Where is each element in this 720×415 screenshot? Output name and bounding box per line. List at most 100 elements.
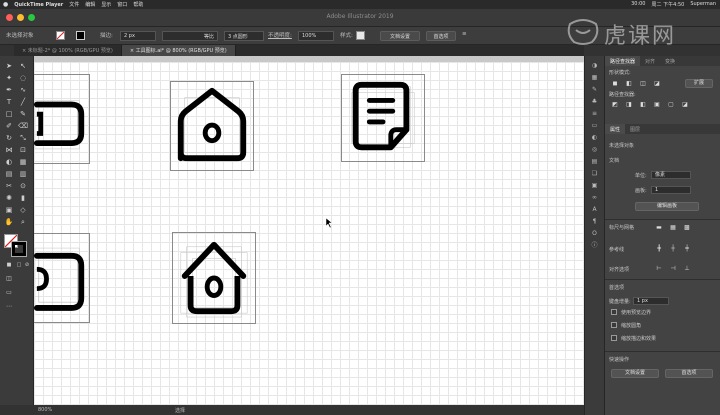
gradient-tool-icon[interactable]: ▥ (18, 170, 28, 179)
keyboard-increment-input[interactable]: 1 px (633, 297, 669, 305)
preferences-button[interactable]: 首选项 (426, 31, 456, 41)
snap-to-grid-icon[interactable]: ⊣ (669, 265, 677, 272)
scale-strokes-checkbox[interactable] (611, 335, 617, 341)
shape-builder-tool-icon[interactable]: ◐ (4, 158, 14, 167)
none-mode-icon[interactable]: ⊘ (22, 261, 32, 270)
transparency-panel-icon[interactable]: ◐ (590, 134, 599, 142)
tab-align[interactable]: 对齐 (640, 56, 660, 66)
lock-guides-icon[interactable]: ┼ (669, 245, 677, 252)
tab-pathfinder[interactable]: 路径查找器 (605, 56, 641, 66)
rotate-tool-icon[interactable]: ↻ (4, 134, 14, 143)
smart-guides-icon[interactable]: ┿ (683, 245, 691, 252)
menu-app-name[interactable]: QuickTime Player (14, 2, 63, 8)
style-swatch[interactable] (356, 31, 365, 40)
info-panel-icon[interactable]: ⓘ (590, 242, 599, 250)
line-tool-icon[interactable]: ╱ (18, 98, 28, 107)
lasso-tool-icon[interactable]: ◌ (18, 74, 28, 83)
variable-width-profile-select[interactable]: 等比 (162, 31, 218, 41)
snap-to-point-icon[interactable]: ⊢ (655, 265, 663, 272)
grid-icon[interactable]: ▦ (669, 224, 677, 231)
tab-tool-icons[interactable]: × 工具图标.ai* @ 800% (RGB/GPU 预览) (121, 45, 236, 56)
links-panel-icon[interactable]: ∞ (590, 194, 599, 202)
curvature-tool-icon[interactable]: ∿ (18, 86, 28, 95)
appearance-panel-icon[interactable]: ◎ (590, 146, 599, 154)
rectangle-tool-icon[interactable]: □ (4, 110, 14, 119)
icon-artboard-document[interactable] (341, 74, 425, 162)
snap-to-pixel-icon[interactable]: ⊥ (683, 265, 691, 272)
icon-artboard-partial-2[interactable] (34, 233, 90, 323)
units-select[interactable]: 像素 (651, 171, 691, 179)
menu-window[interactable]: 窗口 (117, 1, 127, 8)
minus-front-icon[interactable]: ◧ (625, 80, 633, 87)
trim-icon[interactable]: ◨ (625, 101, 633, 108)
merge-icon[interactable]: ◧ (639, 101, 647, 108)
intersect-icon[interactable]: ◫ (639, 80, 647, 87)
icon-artboard-house-2[interactable] (172, 232, 256, 324)
tab-untitled-2[interactable]: × 未标题-2* @ 100% (RGB/GPU 预览) (14, 45, 122, 56)
artboard-tool-icon[interactable]: ▣ (4, 206, 14, 215)
ruler-icon[interactable]: ▬ (655, 224, 663, 231)
brushes-panel-icon[interactable]: ✎ (590, 86, 599, 94)
opentype-panel-icon[interactable]: O (590, 230, 599, 238)
free-transform-tool-icon[interactable]: ⊡ (18, 146, 28, 155)
scale-tool-icon[interactable]: ⤡ (18, 134, 28, 143)
selection-tool-icon[interactable]: ➤ (4, 62, 14, 71)
symbol-sprayer-tool-icon[interactable]: ✺ (4, 194, 14, 203)
expand-button[interactable]: 扩展 (685, 79, 713, 88)
mesh-tool-icon[interactable]: ▤ (4, 170, 14, 179)
show-guides-icon[interactable]: ╋ (655, 245, 663, 252)
type-tool-icon[interactable]: T (4, 98, 14, 107)
gradient-panel-icon[interactable]: ▭ (590, 122, 599, 130)
swatches-panel-icon[interactable]: ▦ (590, 74, 599, 82)
graphic-styles-panel-icon[interactable]: ▤ (590, 158, 599, 166)
use-preview-bounds-checkbox[interactable] (611, 309, 617, 315)
shaper-tool-icon[interactable]: ✐ (4, 122, 14, 131)
tab-layers[interactable]: 图层 (625, 124, 645, 134)
layers-panel-icon[interactable]: ❏ (590, 170, 599, 178)
icon-artboard-partial-1[interactable] (34, 74, 90, 164)
opacity-label[interactable]: 不透明度: (268, 31, 292, 39)
panel-document-setup-button[interactable]: 文档设置 (611, 369, 659, 378)
stroke-weight-select[interactable]: 2 px (120, 31, 156, 41)
tab-properties[interactable]: 属性 (605, 124, 626, 134)
screen-mode-icon[interactable]: ▭ (4, 288, 14, 297)
artboard[interactable] (34, 62, 584, 405)
symbols-panel-icon[interactable]: ♣ (590, 98, 599, 106)
panel-preferences-button[interactable]: 首选项 (665, 369, 713, 378)
document-setup-button[interactable]: 文档设置 (380, 31, 420, 41)
pen-tool-icon[interactable]: ✒ (4, 86, 14, 95)
current-tool-status[interactable]: 选择 (175, 407, 185, 414)
tab-transform[interactable]: 变换 (660, 56, 680, 66)
blend-tool-icon[interactable]: ⊙ (18, 182, 28, 191)
icon-artboard-house[interactable] (170, 81, 254, 171)
menu-file[interactable]: 文件 (69, 1, 79, 8)
draw-mode-icon[interactable]: ◫ (4, 274, 14, 283)
zoom-tool-icon[interactable]: ⌕ (18, 218, 28, 227)
exclude-icon[interactable]: ◪ (653, 80, 661, 87)
edit-toolbar-icon[interactable]: ⋯ (4, 302, 14, 311)
menu-edit[interactable]: 编辑 (85, 1, 95, 8)
outline-icon[interactable]: ▢ (667, 101, 675, 108)
divide-icon[interactable]: ◩ (611, 101, 619, 108)
menubar-user[interactable]: Superman (690, 1, 716, 8)
paragraph-panel-icon[interactable]: ¶ (590, 218, 599, 226)
default-colors-icon[interactable]: ■ (4, 261, 14, 270)
edit-artboards-button[interactable]: 编辑画板 (635, 202, 699, 211)
align-icon[interactable]: ≡ (462, 31, 467, 37)
stroke-swatch[interactable] (76, 31, 85, 40)
eyedropper-tool-icon[interactable]: ✂ (4, 182, 14, 191)
slice-tool-icon[interactable]: ◇ (18, 206, 28, 215)
brush-select[interactable]: 3 点圆形 (224, 31, 264, 41)
scale-corners-checkbox[interactable] (611, 322, 617, 328)
artboards-panel-icon[interactable]: ▣ (590, 182, 599, 190)
apple-icon[interactable]: ● (3, 1, 8, 8)
transparency-grid-icon[interactable]: ▩ (683, 224, 691, 231)
minus-back-icon[interactable]: ◪ (681, 101, 689, 108)
magic-wand-tool-icon[interactable]: ✦ (4, 74, 14, 83)
direct-selection-tool-icon[interactable]: ↖ (18, 62, 28, 71)
color-panel-icon[interactable]: ◑ (590, 62, 599, 70)
stroke-color-box[interactable] (11, 241, 27, 257)
stroke-panel-icon[interactable]: ≡ (590, 110, 599, 118)
fill-swatch[interactable] (56, 31, 65, 40)
character-panel-icon[interactable]: A (590, 206, 599, 214)
